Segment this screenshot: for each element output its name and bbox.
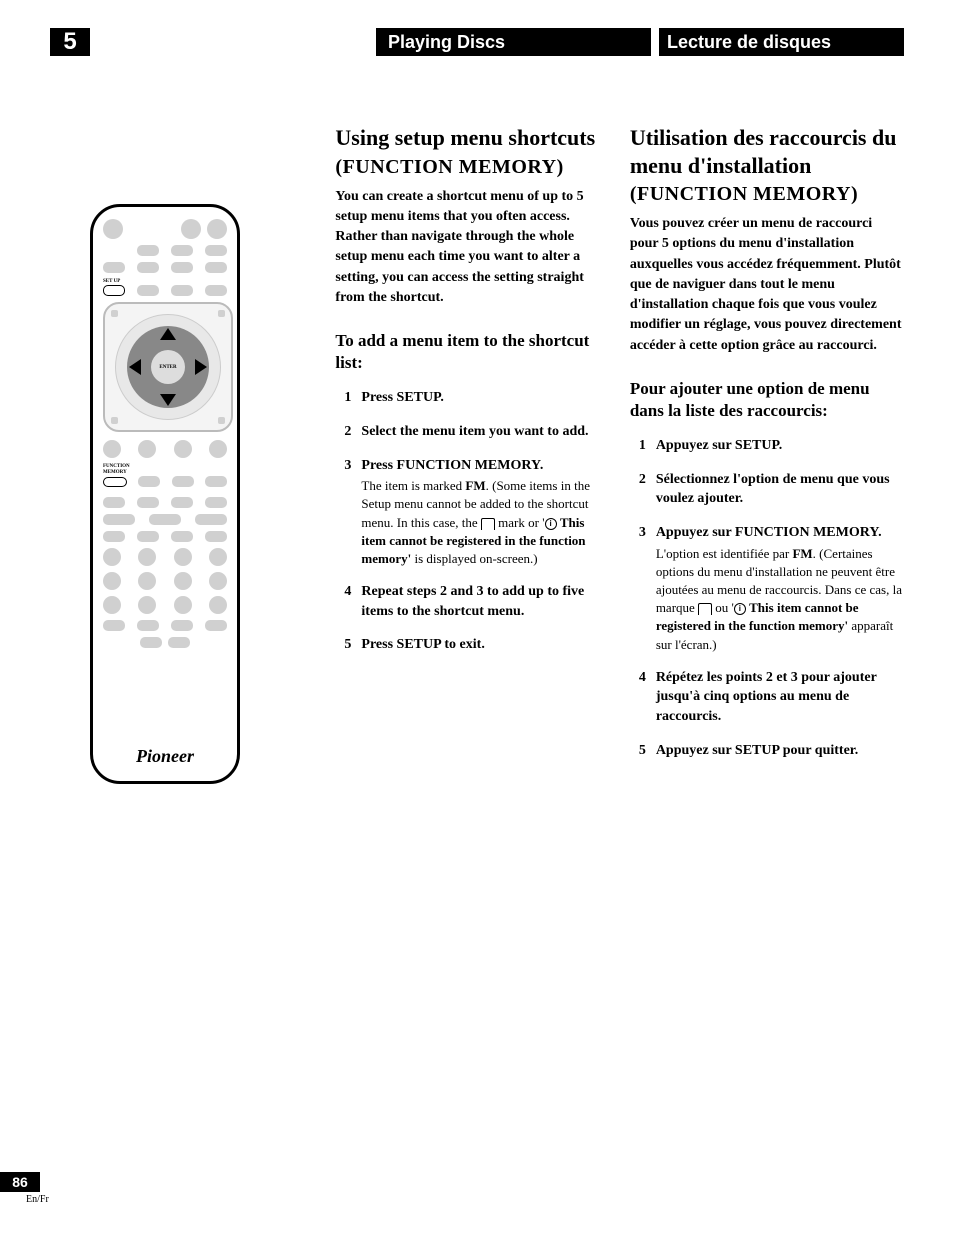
arrow-down-icon: [160, 394, 176, 406]
chapter-header: 5 Playing Discs Lecture de disques: [50, 28, 904, 56]
page-number: 86: [0, 1172, 40, 1192]
function-memory-label-1: FUNCTION: [103, 464, 227, 469]
step-4-fr: 4Répétez les points 2 et 3 pour ajouter …: [630, 668, 904, 727]
step-2-en: 2Select the menu item you want to add.: [335, 422, 599, 442]
intro-french: Vous pouvez créer un menu de raccourci p…: [630, 214, 904, 356]
enter-button: ENTER: [151, 350, 185, 384]
arrow-right-icon: [195, 359, 207, 375]
setup-button-label: SET UP: [103, 279, 227, 284]
arrow-up-icon: [160, 328, 176, 340]
arrow-left-icon: [129, 359, 141, 375]
function-memory-button: [103, 477, 127, 487]
remote-illustration: SET UP ENTER FUNCTION: [90, 204, 240, 784]
mark-icon: [481, 518, 495, 530]
chapter-number: 5: [50, 28, 90, 56]
step-5-en: 5Press SETUP to exit.: [335, 635, 599, 655]
french-column: Utilisation des raccourcis du menu d'ins…: [630, 124, 904, 784]
mark-icon: [698, 603, 712, 615]
header-title-french: Lecture de disques: [659, 28, 904, 56]
english-column: Using setup menu shortcuts (FUNCTION MEM…: [335, 124, 599, 784]
intro-english: You can create a shortcut menu of up to …: [335, 187, 599, 309]
page-footer: 86 En/Fr: [0, 1172, 49, 1205]
step-5-fr: 5Appuyez sur SETUP pour quitter.: [630, 741, 904, 761]
function-memory-label-2: MEMORY: [103, 470, 227, 475]
brand-logo: Pioneer: [93, 746, 237, 767]
steps-english: 1Press SETUP. 2Select the menu item you …: [335, 388, 599, 655]
info-icon: [734, 603, 746, 615]
subheading-french: (FUNCTION MEMORY): [630, 183, 904, 206]
direction-pad: ENTER: [103, 302, 233, 432]
heading-english: Using setup menu shortcuts: [335, 124, 599, 152]
step-4-en: 4Repeat steps 2 and 3 to add up to five …: [335, 582, 599, 621]
procedure-heading-french: Pour ajouter une option de menu dans la …: [630, 378, 904, 422]
steps-french: 1Appuyez sur SETUP. 2Sélectionnez l'opti…: [630, 436, 904, 760]
subheading-english: (FUNCTION MEMORY): [335, 156, 599, 179]
info-icon: [545, 518, 557, 530]
header-title-english: Playing Discs: [376, 28, 651, 56]
step-1-fr: 1Appuyez sur SETUP.: [630, 436, 904, 456]
heading-french: Utilisation des raccourcis du menu d'ins…: [630, 124, 904, 179]
step-3-en: 3 Press FUNCTION MEMORY. The item is mar…: [335, 456, 599, 569]
step-1-en: 1Press SETUP.: [335, 388, 599, 408]
setup-button: [103, 285, 125, 296]
step-3-fr: 3 Appuyez sur FUNCTION MEMORY. L'option …: [630, 523, 904, 654]
procedure-heading-english: To add a menu item to the shortcut list:: [335, 330, 599, 374]
language-code: En/Fr: [26, 1194, 49, 1205]
step-2-fr: 2Sélectionnez l'option de menu que vous …: [630, 470, 904, 509]
